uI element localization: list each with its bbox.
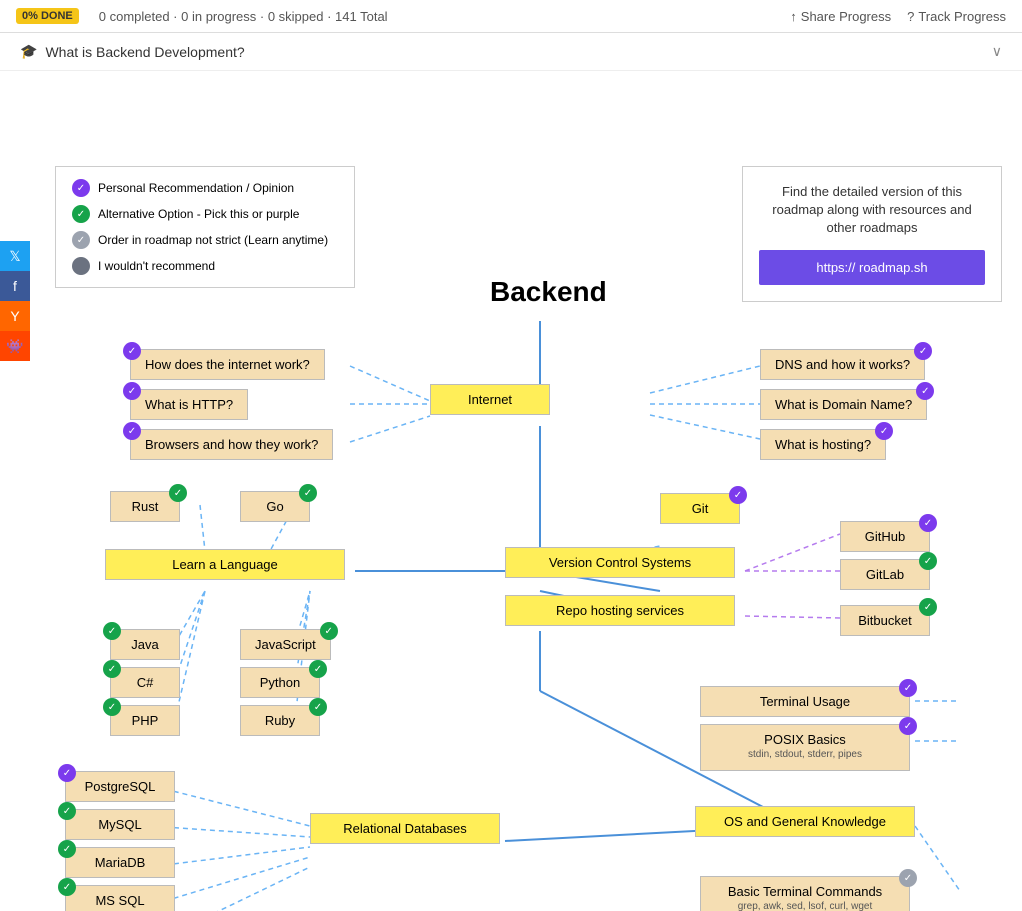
track-progress-button[interactable]: ? Track Progress [907,9,1006,24]
topbar-stats: 0 completed · 0 in progress · 0 skipped … [99,9,775,24]
mysql-node[interactable]: ✓ MySQL [65,809,175,840]
graduation-icon: 🎓 [20,43,37,60]
badge-purple-icon: ✓ [899,679,917,697]
roadmap-link[interactable]: https:// roadmap.sh [759,250,985,285]
basic-terminal-sub-text: grep, awk, sed, lsof, curl, wget tail, h… [715,901,895,911]
badge-purple-icon: ✓ [916,382,934,400]
badge-purple-icon: ✓ [875,422,893,440]
badge-green-icon: ✓ [58,840,76,858]
github-node[interactable]: GitHub ✓ [840,521,930,552]
badge-green-icon: ✓ [309,660,327,678]
topbar: 0% DONE 0 completed · 0 in progress · 0 … [0,0,1022,33]
terminal-usage-node[interactable]: Terminal Usage ✓ [700,686,910,717]
how-internet-node[interactable]: ✓ How does the internet work? [130,349,325,380]
legend-gray-icon: ✓ [72,231,90,249]
learn-language-node[interactable]: Learn a Language [105,549,345,580]
badge-green-icon: ✓ [103,698,121,716]
php-node[interactable]: ✓ PHP [110,705,180,736]
repo-hosting-node[interactable]: Repo hosting services [505,595,735,626]
posix-basics-node[interactable]: POSIX Basics stdin, stdout, stderr, pipe… [700,724,910,771]
posix-sub-text: stdin, stdout, stderr, pipes [715,749,895,760]
subtitle-bar[interactable]: 🎓 What is Backend Development? ∨ [0,33,1022,71]
legend-box: ✓ Personal Recommendation / Opinion ✓ Al… [55,166,355,288]
badge-green-icon: ✓ [58,802,76,820]
badge-purple-icon: ✓ [58,764,76,782]
hosting-node[interactable]: What is hosting? ✓ [760,429,886,460]
facebook-button[interactable]: f [0,271,30,301]
question-icon: ? [907,9,914,24]
legend-item-dgray: I wouldn't recommend [72,257,338,275]
basic-terminal-node[interactable]: Basic Terminal Commands grep, awk, sed, … [700,876,910,911]
gitlab-node[interactable]: GitLab ✓ [840,559,930,590]
info-text: Find the detailed version of this roadma… [759,183,985,238]
badge-purple-icon: ✓ [729,486,747,504]
vcs-node[interactable]: Version Control Systems [505,547,735,578]
legend-green-icon: ✓ [72,205,90,223]
badge-purple-icon: ✓ [914,342,932,360]
roadmap-canvas: 𝕏 f Y 👾 ✓ Personal Recommendation / Opin… [0,71,1022,911]
backend-title: Backend [490,276,607,308]
chevron-down-icon: ∨ [992,43,1002,60]
badge-green-icon: ✓ [309,698,327,716]
legend-purple-icon: ✓ [72,179,90,197]
what-http-node[interactable]: ✓ What is HTTP? [130,389,248,420]
relational-db-node[interactable]: Relational Databases [310,813,500,844]
internet-node[interactable]: Internet [430,384,550,415]
legend-item-green: ✓ Alternative Option - Pick this or purp… [72,205,338,223]
rust-node[interactable]: Rust ✓ [110,491,180,522]
subtitle-text: What is Backend Development? [45,44,244,60]
csharp-node[interactable]: ✓ C# [110,667,180,698]
badge-green-icon: ✓ [103,660,121,678]
dns-node[interactable]: DNS and how it works? ✓ [760,349,925,380]
reddit-button[interactable]: 👾 [0,331,30,361]
topbar-right: ↑ Share Progress ? Track Progress [790,9,1006,24]
badge-green-icon: ✓ [299,484,317,502]
legend-green-text: Alternative Option - Pick this or purple [98,207,299,221]
share-icon: ↑ [790,9,797,24]
bitbucket-node[interactable]: Bitbucket ✓ [840,605,930,636]
social-sidebar: 𝕏 f Y 👾 [0,241,30,361]
badge-green-icon: ✓ [919,552,937,570]
badge-green-icon: ✓ [320,622,338,640]
legend-item-purple: ✓ Personal Recommendation / Opinion [72,179,338,197]
mariadb-node[interactable]: ✓ MariaDB [65,847,175,878]
badge-purple-icon: ✓ [919,514,937,532]
git-node[interactable]: Git ✓ [660,493,740,524]
badge-gray-icon: ✓ [899,869,917,887]
badge-green-icon: ✓ [169,484,187,502]
twitter-button[interactable]: 𝕏 [0,241,30,271]
browsers-node[interactable]: ✓ Browsers and how they work? [130,429,333,460]
badge-purple-icon: ✓ [899,717,917,735]
legend-dgray-text: I wouldn't recommend [98,259,215,273]
legend-gray-text: Order in roadmap not strict (Learn anyti… [98,233,328,247]
mssql-node[interactable]: ✓ MS SQL [65,885,175,911]
os-general-node[interactable]: OS and General Knowledge [695,806,915,837]
legend-purple-text: Personal Recommendation / Opinion [98,181,294,195]
info-box: Find the detailed version of this roadma… [742,166,1002,302]
postgresql-node[interactable]: ✓ PostgreSQL [65,771,175,802]
legend-dgray-icon [72,257,90,275]
legend-item-gray: ✓ Order in roadmap not strict (Learn any… [72,231,338,249]
go-node[interactable]: Go ✓ [240,491,310,522]
badge-purple-icon: ✓ [123,382,141,400]
domain-node[interactable]: What is Domain Name? ✓ [760,389,927,420]
ycombinator-button[interactable]: Y [0,301,30,331]
python-node[interactable]: Python ✓ [240,667,320,698]
badge-green-icon: ✓ [58,878,76,896]
ruby-node[interactable]: Ruby ✓ [240,705,320,736]
java-node[interactable]: ✓ Java [110,629,180,660]
badge-purple-icon: ✓ [123,422,141,440]
share-progress-button[interactable]: ↑ Share Progress [790,9,891,24]
done-badge: 0% DONE [16,8,79,24]
javascript-node[interactable]: JavaScript ✓ [240,629,331,660]
badge-green-icon: ✓ [919,598,937,616]
badge-purple-icon: ✓ [123,342,141,360]
badge-green-icon: ✓ [103,622,121,640]
